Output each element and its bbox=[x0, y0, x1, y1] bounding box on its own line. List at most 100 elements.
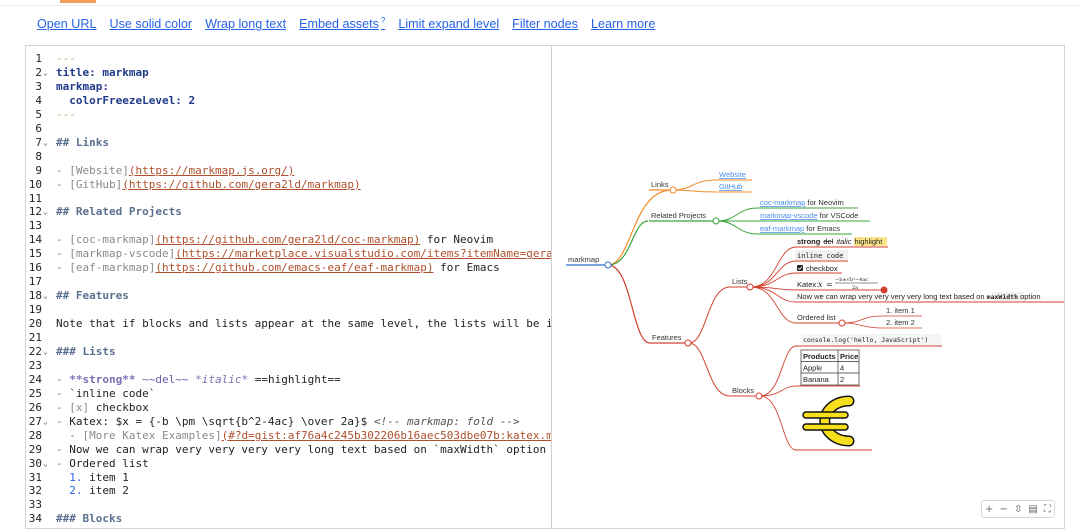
fullscreen-icon[interactable]: ⛶ bbox=[1044, 504, 1051, 515]
lists-label[interactable]: Lists bbox=[732, 277, 748, 286]
code-line[interactable]: 6 bbox=[26, 122, 551, 136]
katex-label[interactable]: Katex: bbox=[797, 280, 818, 289]
fold-chevron-icon[interactable]: ⌄ bbox=[43, 136, 48, 150]
features-label[interactable]: Features bbox=[652, 333, 682, 342]
code-line[interactable]: 33 bbox=[26, 498, 551, 512]
lists-node-dot[interactable] bbox=[746, 283, 754, 291]
code-token: (https://github.com/gera2ld/markmap) bbox=[122, 177, 361, 191]
code-line[interactable]: 8 bbox=[26, 150, 551, 164]
item1-label[interactable]: 1. item 1 bbox=[886, 306, 915, 315]
code-line[interactable]: 11 bbox=[26, 192, 551, 206]
links-node-dot[interactable] bbox=[669, 186, 677, 194]
fold-chevron-icon[interactable]: ⌄ bbox=[43, 289, 48, 303]
filter-nodes-link[interactable]: Filter nodes bbox=[512, 17, 578, 31]
code-line[interactable]: 13 bbox=[26, 219, 551, 233]
code-line[interactable]: 9- [Website](https://markmap.js.org/) bbox=[26, 164, 551, 178]
coc-node[interactable]: coc-markmap for Neovim bbox=[760, 198, 844, 207]
line-content: ## Links bbox=[56, 136, 109, 150]
fold-chevron-icon[interactable]: ⌄ bbox=[43, 345, 48, 359]
mindmap-preview[interactable]: markmap Links Website GitHub Related Pro… bbox=[552, 45, 1065, 529]
code-token: [markmap-vscode] bbox=[69, 247, 176, 261]
coc-link[interactable]: coc-markmap bbox=[760, 198, 805, 207]
limit-expand-link[interactable]: Limit expand level bbox=[398, 17, 499, 31]
code-line[interactable]: 18 ⌄ ## Features bbox=[26, 289, 551, 303]
code-line[interactable]: 29- Now we can wrap very very very very … bbox=[26, 443, 551, 457]
zoom-out-icon[interactable]: − bbox=[999, 504, 1007, 515]
eaf-link[interactable]: eaf-markmap bbox=[760, 224, 804, 233]
markdown-editor[interactable]: 1 --- 2 ⌄ title: markmap 3 markmap: 4 colorFree… bbox=[25, 45, 551, 529]
eaf-suffix: for Emacs bbox=[804, 224, 840, 233]
code-line[interactable]: 21 bbox=[26, 331, 551, 345]
code-line[interactable]: 20 Note that if blocks and lists appear a… bbox=[26, 317, 551, 331]
embed-assets-link[interactable]: Embed assets? bbox=[299, 16, 385, 31]
zoom-in-icon[interactable]: + bbox=[985, 504, 993, 515]
related-label[interactable]: Related Projects bbox=[651, 211, 706, 220]
checkbox-label[interactable]: checkbox bbox=[806, 264, 838, 273]
toggle-view-icon[interactable]: ▤ bbox=[1028, 504, 1037, 515]
line-number: 1 bbox=[35, 52, 42, 65]
code-line[interactable]: 31 1. item 1 bbox=[26, 471, 551, 485]
code-line[interactable]: 23 bbox=[26, 359, 551, 373]
fold-chevron-icon[interactable]: ⌄ bbox=[43, 415, 48, 429]
fold-chevron-icon[interactable]: ⌄ bbox=[43, 66, 48, 80]
item2-label[interactable]: 2. item 2 bbox=[886, 318, 915, 327]
code-line[interactable]: 24- **strong** ~~del~~ *italic* ==highli… bbox=[26, 373, 551, 387]
edge-table bbox=[759, 385, 860, 397]
code-line[interactable]: 27 ⌄ - Katex: $x = {-b \pm \sqrt{b^2-4ac} … bbox=[26, 415, 551, 429]
fold-chevron-icon[interactable]: ⌄ bbox=[43, 205, 48, 219]
code-line[interactable]: 14- [coc-markmap](https://github.com/ger… bbox=[26, 233, 551, 247]
code-line[interactable]: 25- `inline code` bbox=[26, 387, 551, 401]
embed-assets-help[interactable]: ? bbox=[381, 16, 385, 25]
products-table[interactable]: Products Price Apple 4 Banana 2 bbox=[800, 349, 860, 386]
code-line[interactable]: 15- [markmap-vscode](https://marketplace… bbox=[26, 247, 551, 261]
code-line[interactable]: 16- [eaf-markmap](https://github.com/ema… bbox=[26, 261, 551, 275]
code-line[interactable]: 32 2. item 2 bbox=[26, 484, 551, 498]
open-url-link[interactable]: Open URL bbox=[37, 17, 97, 31]
wrap-text-link[interactable]: Wrap long text bbox=[205, 17, 286, 31]
wrap-text-node[interactable]: Now we can wrap very very very very long… bbox=[797, 292, 1041, 301]
code-line[interactable]: 12 ⌄ ## Related Projects bbox=[26, 205, 551, 219]
vscode-node[interactable]: markmap-vscode for VSCode bbox=[760, 211, 858, 220]
vscode-link[interactable]: markmap-vscode bbox=[760, 211, 818, 220]
solid-color-link[interactable]: Use solid color bbox=[110, 17, 193, 31]
inline-code-text[interactable]: inline code bbox=[797, 252, 843, 260]
format-sample[interactable]: strong del italic highlight bbox=[797, 237, 883, 246]
fold-chevron-icon[interactable]: ⌄ bbox=[43, 457, 48, 471]
code-line[interactable]: 5 --- bbox=[26, 108, 551, 122]
code-token: [More Katex Examples] bbox=[82, 428, 222, 442]
code-line[interactable]: 30 ⌄ - Ordered list bbox=[26, 457, 551, 471]
code-line[interactable]: 26- [x] checkbox bbox=[26, 401, 551, 415]
code-line[interactable]: 28 - [More Katex Examples](#?d=gist:af76… bbox=[26, 429, 551, 443]
fit-icon[interactable]: ⇳ bbox=[1014, 504, 1022, 515]
learn-more-link[interactable]: Learn more bbox=[591, 17, 655, 31]
code-line[interactable]: 22 ⌄ ### Lists bbox=[26, 345, 551, 359]
root-label[interactable]: markmap bbox=[568, 255, 599, 264]
line-number: 20 bbox=[28, 317, 42, 331]
code-line[interactable]: 4 colorFreezeLevel: 2 bbox=[26, 94, 551, 108]
line-content: - Ordered list bbox=[56, 457, 149, 471]
code-line[interactable]: 10- [GitHub](https://github.com/gera2ld/… bbox=[26, 178, 551, 192]
ordered-label[interactable]: Ordered list bbox=[797, 313, 837, 322]
root-node-dot[interactable] bbox=[604, 261, 612, 269]
blocks-label[interactable]: Blocks bbox=[732, 386, 754, 395]
github-link[interactable]: GitHub bbox=[719, 182, 742, 191]
blocks-node-dot[interactable] bbox=[755, 392, 763, 400]
code-line[interactable]: 3 markmap: bbox=[26, 80, 551, 94]
related-node-dot[interactable] bbox=[712, 217, 720, 225]
code-line[interactable]: 1 --- bbox=[26, 52, 551, 66]
website-link[interactable]: Website bbox=[719, 170, 746, 179]
eaf-node[interactable]: eaf-markmap for Emacs bbox=[760, 224, 840, 233]
mindmap-canvas[interactable]: markmap Links Website GitHub Related Pro… bbox=[552, 46, 1065, 529]
checkbox-box[interactable] bbox=[797, 265, 803, 271]
links-label[interactable]: Links bbox=[651, 180, 669, 189]
code-token: (https://markmap.js.org/) bbox=[128, 163, 295, 177]
code-line[interactable]: 34 ### Blocks bbox=[26, 512, 551, 526]
ordered-node-dot[interactable] bbox=[838, 319, 846, 327]
code-line[interactable]: 7 ⌄ ## Links bbox=[26, 136, 551, 150]
features-node-dot[interactable] bbox=[684, 339, 692, 347]
code-line[interactable]: 2 ⌄ title: markmap bbox=[26, 66, 551, 80]
console-code-text[interactable]: console.log('hello, JavaScript') bbox=[803, 336, 928, 344]
code-line[interactable]: 17 bbox=[26, 275, 551, 289]
code-line[interactable]: 19 bbox=[26, 303, 551, 317]
line-number: 15 bbox=[28, 247, 42, 261]
